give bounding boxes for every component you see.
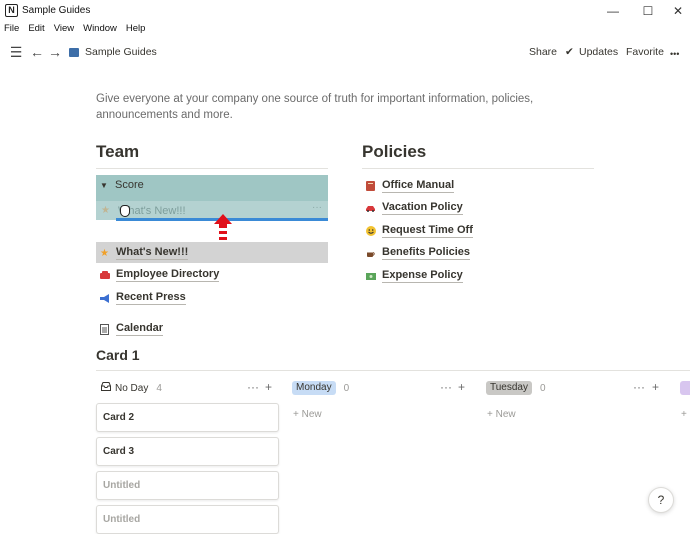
team-link-recent-press[interactable]: Recent Press xyxy=(99,289,186,307)
group-add-icon[interactable]: + xyxy=(458,380,465,394)
tray-icon xyxy=(101,382,111,394)
new-card-button-next[interactable]: + xyxy=(681,408,687,422)
group-header-tuesday[interactable]: Tuesday 0 xyxy=(486,380,546,396)
megaphone-icon xyxy=(99,293,110,304)
group-more-icon[interactable]: ··· xyxy=(247,380,259,394)
team-link-label: Calendar xyxy=(116,322,164,336)
group-add-icon[interactable]: + xyxy=(265,380,272,394)
group-count: 0 xyxy=(343,382,350,394)
menu-window[interactable]: Window xyxy=(79,22,122,38)
updates-button[interactable]: Updates xyxy=(579,45,618,59)
grab-cursor-icon xyxy=(120,205,130,217)
page-description: Give everyone at your company one source… xyxy=(96,93,534,121)
toggle-label: Score xyxy=(115,179,144,191)
menu-edit[interactable]: Edit xyxy=(24,22,49,38)
toggle-triangle-icon[interactable]: ▼ xyxy=(100,181,108,190)
notion-logo-icon: N xyxy=(5,4,18,17)
maximize-button[interactable]: ☐ xyxy=(636,2,660,20)
group-add-icon[interactable]: + xyxy=(652,380,659,394)
menu-bar: File Edit View Window Help xyxy=(0,22,150,38)
group-count: 0 xyxy=(539,382,546,394)
forward-arrow-icon[interactable]: → xyxy=(46,43,64,61)
group-header-monday[interactable]: Monday 0 xyxy=(292,380,349,396)
team-link-label: What's New!!! xyxy=(116,246,189,260)
money-icon xyxy=(365,271,376,282)
menu-file[interactable]: File xyxy=(0,22,24,38)
team-link-label: Recent Press xyxy=(116,291,186,305)
policy-link-label: Expense Policy xyxy=(382,269,463,283)
policy-link-label: Office Manual xyxy=(382,179,455,193)
document-icon xyxy=(99,323,110,335)
checkmark-icon: ✔ xyxy=(565,46,574,58)
group-more-icon[interactable]: ··· xyxy=(440,380,452,394)
group-tag: Tuesday xyxy=(486,381,532,395)
new-card-button-monday[interactable]: + New xyxy=(293,408,322,422)
breadcrumb[interactable]: Sample Guides xyxy=(85,45,157,59)
page-icon xyxy=(69,48,79,57)
team-heading: Team xyxy=(96,142,140,161)
help-button[interactable]: ? xyxy=(648,487,674,513)
title-bar: N Sample Guides — ☐ ✕ xyxy=(0,0,690,22)
ghost-more-icon: ··· xyxy=(312,202,322,213)
group-name: No Day xyxy=(115,382,149,394)
team-link-employee-directory[interactable]: Employee Directory xyxy=(99,266,220,284)
policy-link-benefits[interactable]: Benefits Policies xyxy=(365,244,471,262)
team-divider xyxy=(96,168,328,169)
more-options-icon[interactable]: ••• xyxy=(670,47,679,61)
board-card[interactable]: Card 2 xyxy=(96,403,279,432)
policies-divider xyxy=(362,168,594,169)
share-button[interactable]: Share xyxy=(529,45,557,59)
policy-link-office-manual[interactable]: Office Manual xyxy=(365,177,455,195)
menu-view[interactable]: View xyxy=(50,22,79,38)
board-divider xyxy=(96,370,690,371)
window-title: Sample Guides xyxy=(22,5,91,16)
policy-link-vacation[interactable]: Vacation Policy xyxy=(365,199,463,217)
board-card[interactable]: Untitled xyxy=(96,505,279,534)
team-link-whats-new[interactable]: ★ What's New!!! xyxy=(99,244,189,262)
policy-link-label: Request Time Off xyxy=(382,224,473,238)
policy-link-label: Vacation Policy xyxy=(382,201,463,215)
group-header-no-day[interactable]: No Day 4 xyxy=(101,380,162,396)
policy-link-expense[interactable]: Expense Policy xyxy=(365,267,463,285)
policy-link-label: Benefits Policies xyxy=(382,246,471,260)
favorite-button[interactable]: Favorite xyxy=(626,45,664,59)
coffee-icon xyxy=(365,248,376,259)
team-link-calendar[interactable]: Calendar xyxy=(99,320,164,338)
group-count: 4 xyxy=(156,382,162,394)
star-icon: ★ xyxy=(100,247,109,259)
phone-icon xyxy=(99,270,110,281)
group-more-icon[interactable]: ··· xyxy=(633,380,645,394)
car-icon xyxy=(365,203,376,214)
hamburger-menu-icon[interactable]: ☰ xyxy=(7,43,25,61)
new-card-button-tuesday[interactable]: + New xyxy=(487,408,516,422)
group-tag: Monday xyxy=(292,381,336,395)
policy-link-time-off[interactable]: Request Time Off xyxy=(365,222,473,240)
new-label: New xyxy=(301,409,322,420)
minimize-button[interactable]: — xyxy=(601,2,625,20)
board-title: Card 1 xyxy=(96,347,140,363)
next-group-tag-partial[interactable] xyxy=(680,381,690,395)
close-button[interactable]: ✕ xyxy=(666,2,690,20)
board-card[interactable]: Untitled xyxy=(96,471,279,500)
top-nav-bar: ☰ ← → Sample Guides Share ✔ Updates Favo… xyxy=(0,40,690,66)
back-arrow-icon[interactable]: ← xyxy=(28,43,46,61)
policies-heading: Policies xyxy=(362,142,427,161)
menu-help[interactable]: Help xyxy=(122,22,151,38)
ghost-star-icon: ★ xyxy=(101,205,110,216)
new-label: New xyxy=(495,409,516,420)
team-link-label: Employee Directory xyxy=(116,268,220,282)
smiley-icon xyxy=(365,226,376,237)
board-card[interactable]: Card 3 xyxy=(96,437,279,466)
book-icon xyxy=(365,181,376,192)
